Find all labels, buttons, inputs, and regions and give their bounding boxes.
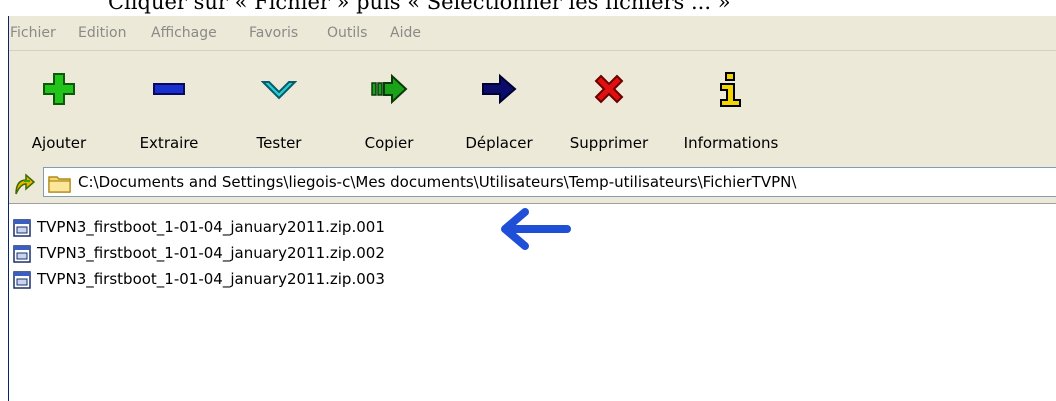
add-label: Ajouter (31, 134, 87, 152)
path-field[interactable]: C:\Documents and Settings\liegois-c\Mes … (43, 167, 1056, 197)
info-label: Informations (683, 134, 779, 152)
menu-aide[interactable]: Aide (390, 25, 421, 41)
minus-icon (153, 83, 185, 95)
caption-text: Cliquer sur « Fichier » puis « Sélection… (108, 0, 731, 14)
up-arrow-icon (15, 173, 36, 195)
file-name: TVPN3_firstboot_1-01-04_january2011.zip.… (37, 244, 385, 262)
extract-label: Extraire (139, 134, 199, 152)
test-label: Tester (256, 134, 302, 152)
arrow-right-icon (482, 73, 517, 105)
delete-label: Supprimer (569, 134, 649, 152)
check-chevron-icon (261, 81, 297, 100)
toolbar: Ajouter Extraire Tester Copier Déplacer … (9, 51, 1056, 164)
delete-button[interactable]: Supprimer (559, 51, 659, 163)
menu-fichier[interactable]: Fichier (10, 25, 56, 41)
add-button[interactable]: Ajouter (9, 51, 109, 163)
file-row[interactable]: TVPN3_firstboot_1-01-04_january2011.zip.… (13, 268, 483, 294)
move-label: Déplacer (465, 134, 533, 152)
copy-button[interactable]: Copier (339, 51, 439, 163)
delete-x-icon (594, 74, 624, 104)
menu-edition[interactable]: Edition (78, 25, 126, 41)
file-name: TVPN3_firstboot_1-01-04_january2011.zip.… (37, 218, 385, 236)
copy-arrow-icon (371, 73, 408, 105)
info-icon (720, 72, 741, 107)
file-list: TVPN3_firstboot_1-01-04_january2011.zip.… (9, 203, 1056, 401)
address-bar: C:\Documents and Settings\liegois-c\Mes … (9, 163, 1056, 203)
annotation-arrow-icon (501, 208, 571, 250)
menu-favoris[interactable]: Favoris (249, 25, 298, 41)
info-button[interactable]: Informations (671, 51, 791, 163)
file-row[interactable]: TVPN3_firstboot_1-01-04_january2011.zip.… (13, 216, 483, 242)
menu-affichage[interactable]: Affichage (151, 25, 217, 41)
copy-label: Copier (364, 134, 414, 152)
menu-outils[interactable]: Outils (327, 25, 367, 41)
test-button[interactable]: Tester (229, 51, 329, 163)
parent-folder-button[interactable] (12, 170, 38, 196)
archive-file-icon (13, 219, 31, 237)
archive-file-icon (13, 245, 31, 263)
extract-button[interactable]: Extraire (119, 51, 219, 163)
archive-window: Fichier Edition Affichage Favoris Outils… (8, 16, 1056, 401)
folder-icon (48, 176, 71, 193)
path-text: C:\Documents and Settings\liegois-c\Mes … (78, 173, 797, 191)
file-name: TVPN3_firstboot_1-01-04_january2011.zip.… (37, 270, 385, 288)
move-button[interactable]: Déplacer (449, 51, 549, 163)
plus-icon (43, 73, 75, 105)
menu-bar: Fichier Edition Affichage Favoris Outils… (9, 16, 1056, 51)
tutorial-caption: Cliquer sur « Fichier » puis « Sélection… (0, 0, 1056, 16)
archive-file-icon (13, 271, 31, 289)
file-row[interactable]: TVPN3_firstboot_1-01-04_january2011.zip.… (13, 242, 483, 268)
